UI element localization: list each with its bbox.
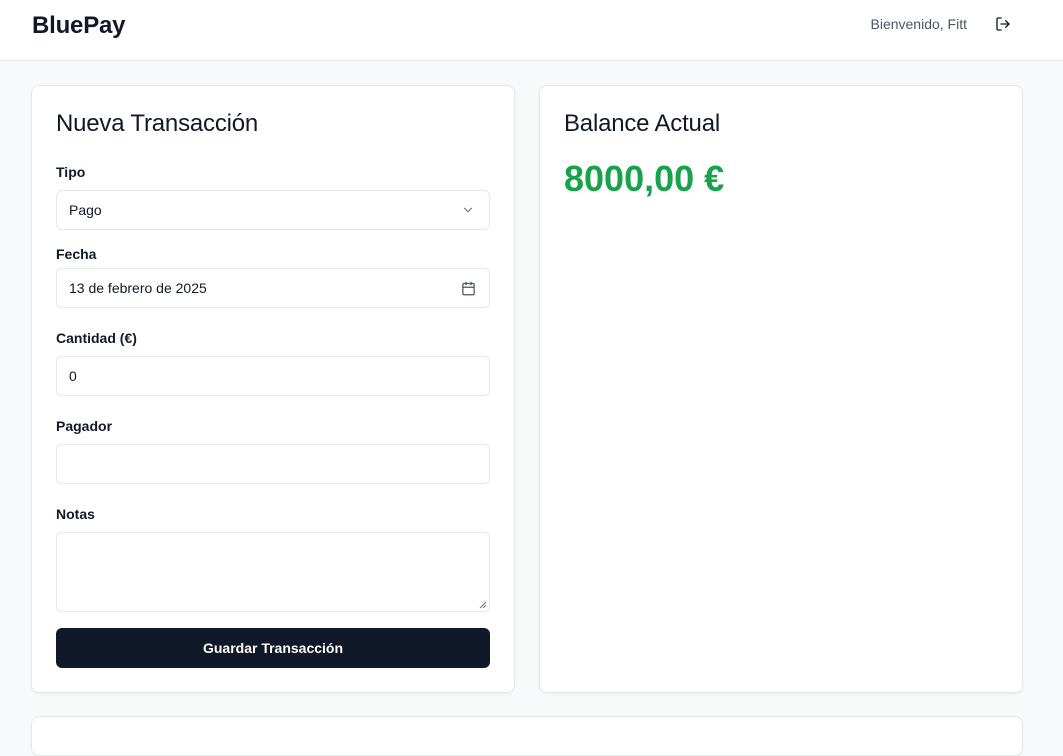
save-transaction-button[interactable]: Guardar Transacción [56, 628, 490, 668]
balance-card: Balance Actual 8000,00 € [539, 85, 1023, 693]
resize-handle-icon[interactable] [479, 601, 487, 609]
calendar-icon[interactable] [459, 279, 477, 297]
cantidad-label: Cantidad (€) [56, 330, 137, 346]
notas-textarea[interactable] [56, 532, 490, 612]
new-transaction-card: Nueva Transacción Tipo Pago Fecha 13 de … [31, 85, 515, 693]
fecha-label: Fecha [56, 246, 97, 262]
notas-label: Notas [56, 506, 95, 522]
pagador-input[interactable] [56, 444, 490, 484]
balance-title: Balance Actual [564, 110, 720, 137]
tipo-select[interactable]: Pago [56, 190, 490, 230]
cantidad-value: 0 [69, 368, 77, 384]
tipo-value: Pago [69, 202, 102, 218]
balance-amount: 8000,00 € [564, 158, 725, 199]
fecha-value: 13 de febrero de 2025 [69, 280, 207, 296]
brand-logo[interactable]: BluePay [32, 12, 126, 40]
welcome-text: Bienvenido, Fitt [870, 16, 968, 32]
bottom-card [31, 716, 1023, 756]
fecha-date-input[interactable]: 13 de febrero de 2025 [56, 268, 490, 308]
chevron-down-icon [459, 201, 477, 219]
top-header: BluePay Bienvenido, Fitt [0, 0, 1063, 61]
logout-button[interactable] [989, 10, 1017, 38]
logout-icon [996, 17, 1010, 31]
form-title: Nueva Transacción [56, 110, 259, 137]
cantidad-input[interactable]: 0 [56, 356, 490, 396]
pagador-label: Pagador [56, 418, 113, 434]
tipo-label: Tipo [56, 164, 86, 180]
